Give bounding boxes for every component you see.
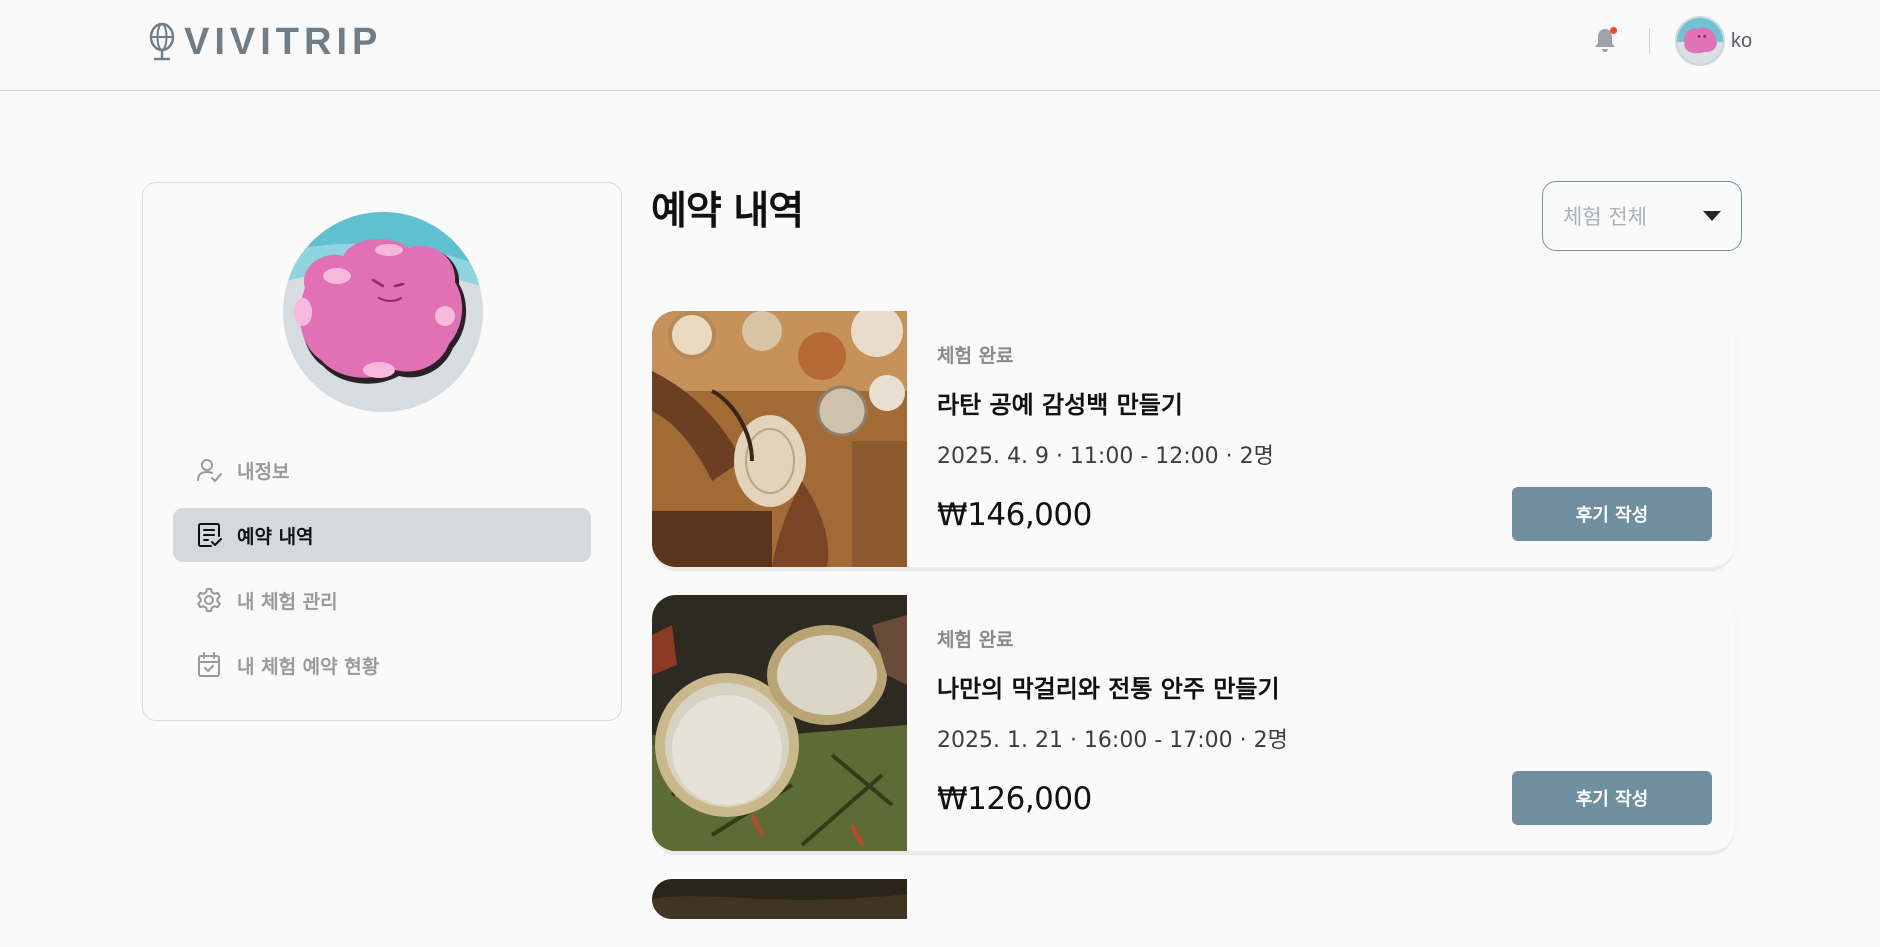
reservation-card[interactable] (652, 879, 1735, 919)
experience-image (652, 879, 907, 919)
caret-down-icon (1703, 211, 1721, 221)
user-name: ko (1731, 29, 1753, 52)
experience-filter-dropdown[interactable]: 체험 전체 (1542, 181, 1742, 251)
experience-title[interactable]: 라탄 공예 감성백 만들기 (937, 385, 1183, 420)
reservation-schedule: 2025. 1. 21 · 16:00 - 17:00 · 2명 (937, 728, 1288, 753)
reservation-schedule: 2025. 4. 9 · 11:00 - 12:00 · 2명 (937, 444, 1274, 469)
reservation-status: 체험 완료 (937, 629, 1014, 651)
reservation-card[interactable]: 체험 완료 나만의 막걸리와 전통 안주 만들기 2025. 1. 21 · 1… (652, 595, 1735, 851)
sidebar-item-manage-experiences[interactable]: 내 체험 관리 (173, 573, 591, 627)
sidebar-item-label: 내정보 (237, 460, 290, 483)
globe-pin-icon (149, 22, 175, 61)
user-check-icon (197, 459, 222, 483)
gear-icon (197, 588, 221, 612)
notification-button[interactable] (1592, 26, 1618, 54)
calendar-check-icon (198, 652, 220, 677)
list-check-icon (198, 523, 222, 547)
sidebar-item-label: 내 체험 예약 현황 (237, 655, 380, 678)
profile-avatar[interactable] (283, 212, 483, 412)
user-menu[interactable]: ko (1675, 16, 1752, 66)
avatar (1675, 16, 1725, 66)
reservation-status: 체험 완료 (937, 345, 1014, 367)
experience-image (652, 311, 907, 567)
sidebar-item-label: 내 체험 관리 (237, 590, 338, 613)
reservation-list: 체험 완료 라탄 공예 감성백 만들기 2025. 4. 9 · 11:00 -… (652, 311, 1735, 947)
filter-selected-value: 체험 전체 (1563, 205, 1647, 229)
sidebar-item-reservations[interactable]: 예약 내역 (173, 508, 591, 562)
write-review-button[interactable]: 후기 작성 (1512, 771, 1712, 825)
reservation-card[interactable]: 체험 완료 라탄 공예 감성백 만들기 2025. 4. 9 · 11:00 -… (652, 311, 1735, 567)
header-divider (1649, 28, 1650, 54)
top-navbar: VIVITRIP ko (0, 0, 1880, 91)
logo-text: VIVITRIP (184, 20, 383, 63)
logo[interactable]: VIVITRIP (148, 20, 382, 64)
sidebar-nav: 내정보 예약 내역 내 체험 관리 내 체험 예약 현황 (173, 443, 591, 703)
sidebar-item-experience-reservations[interactable]: 내 체험 예약 현황 (173, 638, 591, 692)
mypage-sidebar: 내정보 예약 내역 내 체험 관리 내 체험 예약 현황 (142, 182, 622, 721)
page-title: 예약 내역 (651, 189, 804, 234)
experience-image (652, 595, 907, 851)
reservation-price: ₩126,000 (937, 781, 1092, 817)
experience-title[interactable]: 나만의 막걸리와 전통 안주 만들기 (937, 669, 1280, 704)
sidebar-item-label: 예약 내역 (237, 525, 314, 548)
sidebar-item-my-info[interactable]: 내정보 (173, 443, 591, 497)
reservation-price: ₩146,000 (937, 497, 1092, 533)
notification-badge (1610, 27, 1617, 34)
write-review-button[interactable]: 후기 작성 (1512, 487, 1712, 541)
